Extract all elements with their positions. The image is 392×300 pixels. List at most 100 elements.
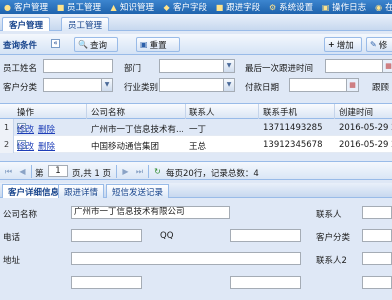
customer-category-select[interactable]: ▼ <box>43 78 113 92</box>
reset-icon: ▣ <box>140 40 148 49</box>
employee-name-input[interactable] <box>43 59 113 73</box>
column-header-company[interactable]: 公司名称 <box>91 106 125 118</box>
column-header-created[interactable]: 创建时间 <box>339 106 373 118</box>
first-page-icon[interactable]: ⏮ <box>3 166 14 177</box>
contact-field[interactable] <box>362 206 392 219</box>
table-row[interactable]: 2 修改 删除 中国移动通信集团 王总 13912345678 2016-05-… <box>0 136 392 153</box>
menu-label: 客户管理 <box>14 3 49 13</box>
contact2-field[interactable] <box>362 252 392 265</box>
contact-label: 联系人 <box>316 210 342 220</box>
row-number: 2 <box>0 136 14 153</box>
users-icon: ● <box>4 2 11 12</box>
menu-customer-management[interactable]: ● 客户管理 <box>0 0 53 14</box>
menu-label: 操作日志 <box>332 3 367 13</box>
industry-label: 行业类别 <box>124 83 159 93</box>
extra-field[interactable] <box>71 276 142 289</box>
tab-followup-detail[interactable]: 跟进详情 <box>58 184 105 198</box>
plus-icon: + <box>328 40 335 49</box>
menu-customer-fields[interactable]: ◆ 客户字段 <box>159 0 212 14</box>
menu-operation-log[interactable]: ▣ 操作日志 <box>318 0 371 14</box>
delete-link[interactable]: 删除 <box>38 140 55 152</box>
calendar-icon: ▦ <box>346 79 358 91</box>
query-panel-title: 查询条件 <box>3 41 38 51</box>
address-field[interactable] <box>71 252 301 265</box>
tab-employee-management[interactable]: 员工管理 <box>61 17 110 31</box>
refresh-icon[interactable]: ↻ <box>152 166 163 177</box>
page-total: 页,共 1 页 <box>72 169 112 179</box>
chevron-down-icon: ▼ <box>101 79 112 91</box>
contact2-label: 联系人2 <box>316 256 347 266</box>
tab-customer-management[interactable]: 客户管理 <box>2 17 51 31</box>
menu-label: 系统设置 <box>279 3 314 13</box>
search-button[interactable]: 🔍 查询 <box>74 37 118 52</box>
edit-link[interactable]: 修改 <box>17 123 34 135</box>
log-icon: ▣ <box>321 2 330 12</box>
menu-employee-management[interactable]: ■ 员工管理 <box>53 0 106 14</box>
edit-link[interactable]: 修改 <box>17 140 34 152</box>
customer-detail-form: 公司名称 广州市一丁信息技术有限公司 联系人 电话 QQ 客户分类 地址 联系人… <box>0 198 392 300</box>
company-name-label: 公司名称 <box>3 210 38 220</box>
edit-icon: ✎ <box>370 40 377 49</box>
delete-link[interactable]: 删除 <box>38 123 55 135</box>
menu-label: 客户字段 <box>173 3 208 13</box>
reset-button[interactable]: ▣ 重置 <box>136 37 180 52</box>
menu-followup-fields[interactable]: ■ 跟进字段 <box>212 0 265 14</box>
row-number: 1 <box>0 119 14 136</box>
tab-customer-detail[interactable]: 客户详细信息 <box>2 184 66 198</box>
menu-label: 在线 <box>385 3 392 13</box>
column-header-actions[interactable]: 操作 <box>17 106 34 118</box>
phone-field[interactable] <box>71 229 142 242</box>
gear-icon: ⚙ <box>268 2 277 12</box>
filter-row-2: 客户分类 ▼ 行业类别 ▼ 付款日期 ▦ 跟顾 <box>0 77 392 95</box>
table-row[interactable]: 1 ✓ 修改 删除 广州市一丁信息技术有... 一丁 13711493285 2… <box>0 119 392 136</box>
prev-page-icon[interactable]: ◀ <box>17 166 28 177</box>
followup-label: 跟顾 <box>372 83 390 93</box>
page-tab-bar: 客户管理 员工管理 <box>0 14 392 31</box>
company-name-field[interactable]: 广州市一丁信息技术有限公司 <box>71 206 230 219</box>
next-page-icon[interactable]: ▶ <box>120 166 131 177</box>
company-cell: 中国移动通信集团 <box>91 142 160 152</box>
pager-separator <box>116 165 117 178</box>
menu-online[interactable]: ◉在线 <box>371 0 392 14</box>
phone-cell: 13912345678 <box>263 140 323 150</box>
contact-cell: 一丁 <box>189 125 207 135</box>
qq-field[interactable] <box>230 229 301 242</box>
filter-row-1: 员工姓名 部门 ▼ 最后一次跟进时间 ▦ <box>0 58 392 76</box>
department-select[interactable]: ▼ <box>159 59 235 73</box>
menu-system-settings[interactable]: ⚙ 系统设置 <box>265 0 318 14</box>
grid-header: 操作 公司名称 联系人 联系手机 创建时间 <box>0 104 392 119</box>
detail-tab-bar: 客户详细信息 跟进详情 短信发送记录 <box>0 183 392 198</box>
column-separator <box>258 104 259 119</box>
calendar-icon: ▦ <box>382 60 392 72</box>
extra-field[interactable] <box>362 276 392 289</box>
tab-sms-records[interactable]: 短信发送记录 <box>106 184 170 198</box>
last-page-icon[interactable]: ⏭ <box>134 166 145 177</box>
last-followup-label: 最后一次跟进时间 <box>245 64 314 74</box>
pager-separator <box>148 165 149 178</box>
menu-label: 跟进字段 <box>226 3 261 13</box>
column-separator <box>185 104 186 119</box>
menu-knowledge-management[interactable]: ▲ 知识管理 <box>106 0 159 14</box>
created-cell: 2016-05-29 21 <box>339 140 392 150</box>
column-header-phone[interactable]: 联系手机 <box>263 106 297 118</box>
extra-field[interactable] <box>230 276 301 289</box>
followup-icon: ■ <box>215 2 224 12</box>
add-button[interactable]: + 增加 <box>324 37 362 52</box>
customer-category-field[interactable] <box>362 229 392 242</box>
customer-grid: 操作 公司名称 联系人 联系手机 创建时间 1 ✓ 修改 删除 广州市一丁信息技… <box>0 103 392 153</box>
reset-button-label: 重置 <box>149 40 167 51</box>
edit-button-label: 修 <box>378 40 388 51</box>
industry-select[interactable]: ▼ <box>159 78 235 92</box>
field-icon: ◆ <box>163 2 170 12</box>
collapse-icon[interactable]: « <box>51 39 60 48</box>
page-number-input[interactable]: 1 <box>48 165 68 177</box>
payment-date-label: 付款日期 <box>245 83 280 93</box>
payment-date-input[interactable]: ▦ <box>289 78 359 92</box>
chevron-down-icon: ▼ <box>223 60 234 72</box>
contact-cell: 王总 <box>189 142 207 152</box>
last-followup-date-input[interactable]: ▦ <box>325 59 392 73</box>
customer-category-label: 客户分类 <box>3 83 38 93</box>
column-header-contact[interactable]: 联系人 <box>189 106 215 118</box>
phone-label: 电话 <box>3 233 21 243</box>
edit-button[interactable]: ✎ 修 <box>366 37 392 52</box>
